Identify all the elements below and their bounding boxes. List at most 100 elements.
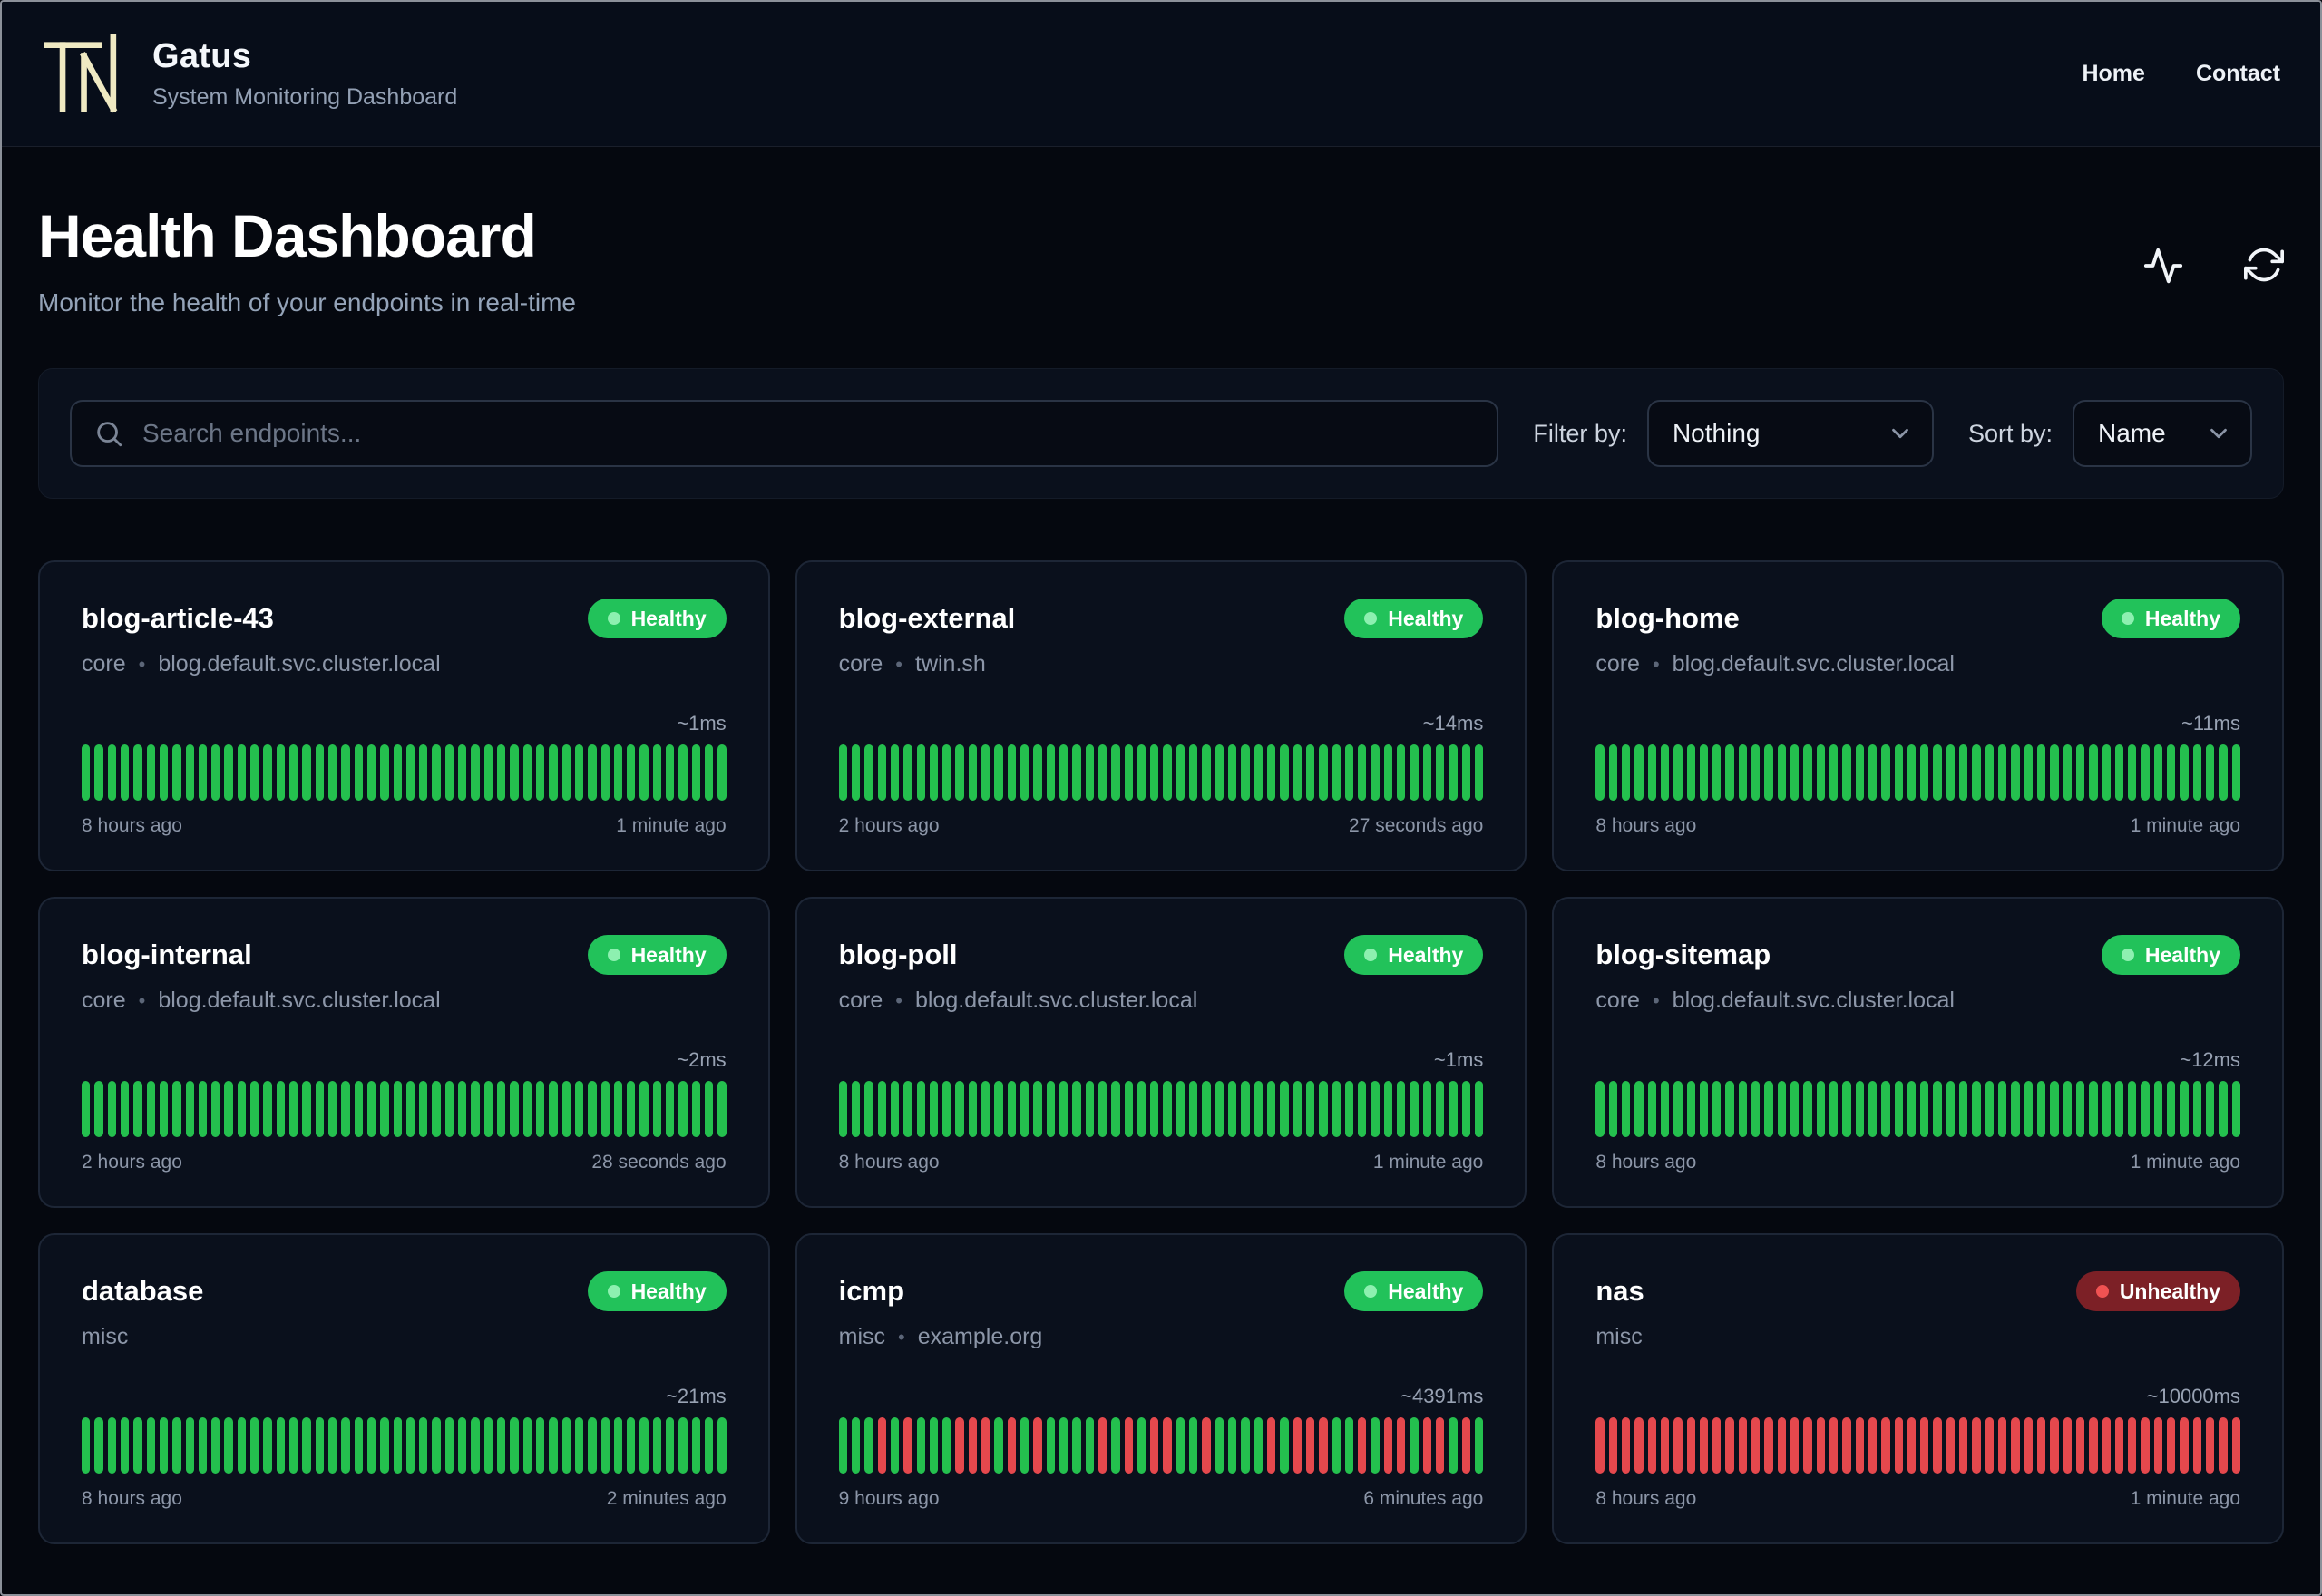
uptime-bar[interactable] (627, 744, 636, 801)
uptime-bar[interactable] (1803, 744, 1812, 801)
uptime-bar[interactable] (1855, 1081, 1864, 1137)
endpoint-card[interactable]: icmp Healthy misc • example.org ~4391ms … (795, 1233, 1527, 1544)
uptime-bar[interactable] (1894, 1417, 1903, 1474)
uptime-bar[interactable] (1933, 1081, 1942, 1137)
uptime-bar[interactable] (1111, 744, 1120, 801)
uptime-bar[interactable] (471, 1081, 480, 1137)
uptime-bar[interactable] (510, 1417, 519, 1474)
uptime-bar[interactable] (302, 744, 311, 801)
uptime-bar[interactable] (1046, 744, 1055, 801)
uptime-bar[interactable] (1868, 744, 1878, 801)
uptime-bar[interactable] (890, 744, 900, 801)
uptime-bar[interactable] (691, 1081, 700, 1137)
uptime-bar[interactable] (1777, 1081, 1787, 1137)
uptime-bar[interactable] (1344, 1081, 1354, 1137)
uptime-bar[interactable] (185, 1417, 194, 1474)
uptime-bar[interactable] (1751, 1081, 1761, 1137)
endpoint-name[interactable]: icmp (839, 1275, 904, 1308)
uptime-bar[interactable] (2167, 744, 2176, 801)
uptime-bar[interactable] (94, 744, 103, 801)
nav-link-home[interactable]: Home (2082, 61, 2144, 87)
uptime-bar[interactable] (2128, 1081, 2137, 1137)
uptime-bar[interactable] (1293, 1417, 1302, 1474)
uptime-bar[interactable] (588, 1417, 597, 1474)
uptime-bar[interactable] (237, 1417, 247, 1474)
uptime-bar[interactable] (1881, 744, 1890, 801)
uptime-bar[interactable] (1241, 1417, 1250, 1474)
uptime-bar[interactable] (1150, 1417, 1159, 1474)
endpoint-card[interactable]: blog-article-43 Healthy core • blog.defa… (38, 560, 770, 871)
uptime-bar[interactable] (250, 1417, 259, 1474)
uptime-bar[interactable] (133, 744, 142, 801)
uptime-bar[interactable] (1124, 1081, 1133, 1137)
uptime-bar[interactable] (1163, 744, 1172, 801)
uptime-bar[interactable] (2192, 744, 2202, 801)
uptime-bar[interactable] (1163, 1417, 1172, 1474)
uptime-bar[interactable] (2063, 1417, 2072, 1474)
uptime-bar[interactable] (2102, 744, 2111, 801)
uptime-bar[interactable] (678, 1417, 688, 1474)
uptime-bar[interactable] (1046, 1417, 1055, 1474)
uptime-bar[interactable] (1621, 1417, 1631, 1474)
uptime-bar[interactable] (627, 1081, 636, 1137)
uptime-bar[interactable] (1725, 1081, 1734, 1137)
uptime-bar[interactable] (405, 744, 415, 801)
uptime-bar[interactable] (1189, 744, 1198, 801)
uptime-bar[interactable] (510, 1081, 519, 1137)
uptime-bar[interactable] (1007, 1417, 1017, 1474)
uptime-bar[interactable] (1907, 1081, 1917, 1137)
uptime-bar[interactable] (968, 744, 978, 801)
uptime-bar[interactable] (2219, 744, 2228, 801)
uptime-bar[interactable] (1033, 744, 1042, 801)
uptime-bar[interactable] (1137, 744, 1146, 801)
endpoint-name[interactable]: database (82, 1275, 203, 1308)
uptime-bar[interactable] (172, 744, 181, 801)
uptime-bar[interactable] (1738, 1081, 1748, 1137)
uptime-bar[interactable] (955, 1081, 964, 1137)
uptime-bar[interactable] (2102, 1417, 2111, 1474)
uptime-bar[interactable] (1293, 744, 1302, 801)
uptime-bar[interactable] (561, 744, 571, 801)
uptime-bar[interactable] (942, 1417, 951, 1474)
uptime-bar[interactable] (851, 1081, 861, 1137)
uptime-bar[interactable] (2167, 1417, 2176, 1474)
uptime-bar[interactable] (1033, 1081, 1042, 1137)
uptime-bar[interactable] (1842, 1417, 1851, 1474)
uptime-bar[interactable] (276, 1081, 285, 1137)
uptime-bar[interactable] (1085, 1417, 1094, 1474)
uptime-bar[interactable] (1855, 1417, 1864, 1474)
uptime-bar[interactable] (1842, 744, 1851, 801)
uptime-bar[interactable] (1959, 1081, 1968, 1137)
uptime-bar[interactable] (1383, 744, 1393, 801)
uptime-bar[interactable] (639, 1417, 649, 1474)
uptime-bar[interactable] (2206, 1417, 2215, 1474)
uptime-bar[interactable] (1072, 1081, 1081, 1137)
uptime-bar[interactable] (146, 744, 155, 801)
uptime-bar[interactable] (1202, 744, 1211, 801)
uptime-bar[interactable] (107, 744, 116, 801)
uptime-bar[interactable] (1137, 1417, 1146, 1474)
endpoint-name[interactable]: blog-internal (82, 939, 252, 971)
uptime-bar[interactable] (458, 1081, 467, 1137)
uptime-bar[interactable] (1673, 744, 1683, 801)
uptime-bar[interactable] (1881, 1081, 1890, 1137)
uptime-bar[interactable] (522, 1081, 532, 1137)
uptime-bar[interactable] (561, 1081, 571, 1137)
uptime-bar[interactable] (903, 1081, 912, 1137)
uptime-bar[interactable] (1111, 1081, 1120, 1137)
uptime-bar[interactable] (1725, 1417, 1734, 1474)
uptime-bar[interactable] (574, 744, 584, 801)
uptime-bar[interactable] (1358, 1081, 1367, 1137)
uptime-bar[interactable] (1241, 1081, 1250, 1137)
uptime-bar[interactable] (483, 744, 493, 801)
uptime-bar[interactable] (263, 744, 272, 801)
uptime-bar[interactable] (1634, 744, 1644, 801)
activity-button[interactable] (2142, 245, 2184, 287)
uptime-bar[interactable] (2206, 744, 2215, 801)
uptime-bar[interactable] (1738, 1417, 1748, 1474)
uptime-bar[interactable] (354, 1417, 363, 1474)
uptime-bar[interactable] (198, 1417, 208, 1474)
uptime-bar[interactable] (1764, 744, 1773, 801)
uptime-bar[interactable] (237, 744, 247, 801)
uptime-bar[interactable] (2036, 1417, 2046, 1474)
